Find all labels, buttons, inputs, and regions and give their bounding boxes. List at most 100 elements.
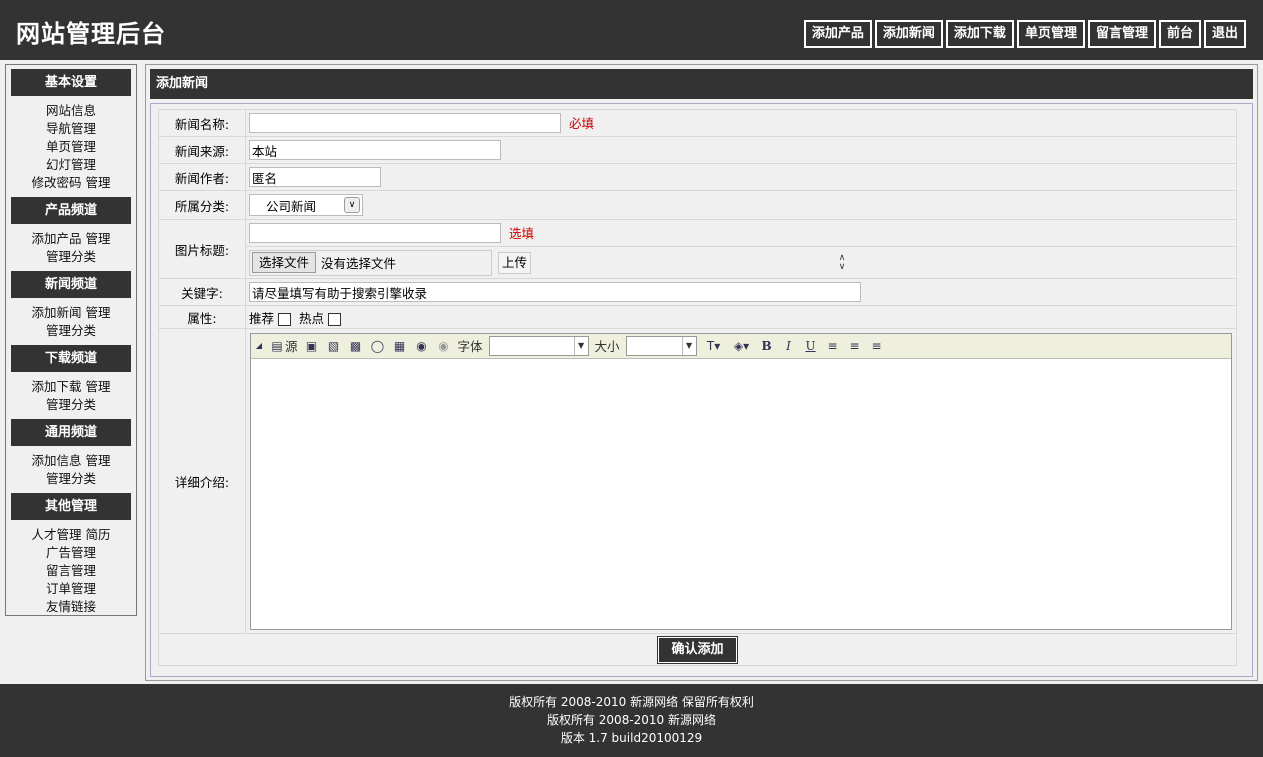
site-title: 网站管理后台 [16,19,166,48]
sidebar-item-page-manage[interactable]: 单页管理 [46,139,96,154]
align-center-icon[interactable]: ≡ [847,338,863,354]
source-icon[interactable]: ▤ [269,338,285,354]
spinner-arrows-icon[interactable]: ∧ ∨ [836,253,848,272]
sidebar-item-general-category[interactable]: 管理分类 [46,471,96,486]
sidebar-group-general: 通用频道 [11,419,131,446]
file-picker: 选择文件 没有选择文件 [249,249,492,276]
sidebar-item-news-category[interactable]: 管理分类 [46,323,96,338]
upload-button[interactable]: 上传 [498,251,532,274]
sidebar-group-product: 产品频道 [11,197,131,224]
align-left-icon[interactable]: ≡ [825,338,841,354]
sidebar-item-slide-manage[interactable]: 幻灯管理 [46,157,96,172]
news-form: 新闻名称: 必填 新闻来源: 新闻作者: 所属分类: 公司新闻 ∨ [158,109,1237,666]
upload-row: 选择文件 没有选择文件 上传 ∧ ∨ [249,248,1236,278]
sidebar-list-product: 添加产品 管理 管理分类 [6,230,136,266]
nav-page-manage[interactable]: 单页管理 [1016,20,1085,48]
news-source-label: 新闻来源: [158,136,246,164]
news-name-hint: 必填 [568,115,594,131]
image-title-hint: 选填 [508,225,534,241]
editor-toolbar: ◢ ▤ 源 ▣ ▧ ▩ ◯ ▦ ◉ ◉ 字体 ▼ 大小 ▼ T▾ ◈▾ B I … [251,333,1231,359]
news-author-input[interactable] [249,167,381,187]
nav-message-manage[interactable]: 留言管理 [1087,20,1156,48]
nav-add-download[interactable]: 添加下载 [945,20,1014,48]
sidebar-item-orders[interactable]: 订单管理 [46,581,96,596]
rich-text-editor: ◢ ▤ 源 ▣ ▧ ▩ ◯ ▦ ◉ ◉ 字体 ▼ 大小 ▼ T▾ ◈▾ B I … [250,332,1232,630]
sidebar-list-basic: 网站信息 导航管理 单页管理 幻灯管理 修改密码 管理 [6,102,136,192]
sidebar-item-ads[interactable]: 广告管理 [46,545,96,560]
font-family-select[interactable]: ▼ [488,335,589,356]
unlink-icon[interactable]: ◉ [436,338,452,354]
main-panel: 添加新闻 新闻名称: 必填 新闻来源: 新闻作者: 所属分类: [145,64,1258,681]
footer-copyright-short: 版权所有 2008-2010 新源网络 [546,713,717,727]
sidebar-list-other: 人才管理 简历 广告管理 留言管理 订单管理 友情链接 [6,526,136,616]
panel-body: 新闻名称: 必填 新闻来源: 新闻作者: 所属分类: 公司新闻 ∨ [150,103,1253,677]
font-label: 字体 [457,339,483,354]
font-size-select[interactable]: ▼ [625,335,697,356]
news-source-input[interactable] [249,140,501,160]
image-title-input[interactable] [249,223,501,244]
no-file-text: 没有选择文件 [321,256,397,271]
chevron-down-icon: ▼ [681,336,696,355]
source-label[interactable]: 源 [285,336,298,355]
hot-checkbox[interactable] [328,312,342,326]
toolbar-collapse-icon[interactable]: ◢ [255,338,263,354]
size-label: 大小 [594,339,620,354]
sidebar-item-add-news[interactable]: 添加新闻 管理 [32,305,111,320]
sidebar-item-nav-manage[interactable]: 导航管理 [46,121,96,136]
sidebar-item-friend-links[interactable]: 友情链接 [46,599,96,614]
category-select-value: 公司新闻 [266,198,317,214]
attr-label: 属性: [158,305,246,329]
sidebar-item-talent[interactable]: 人才管理 简历 [32,527,111,542]
preview-icon[interactable]: ▣ [304,338,320,354]
category-select[interactable]: 公司新闻 ∨ [249,194,363,216]
bold-icon[interactable]: B [759,338,775,354]
panel-title: 添加新闻 [150,69,1253,99]
sidebar-item-site-info[interactable]: 网站信息 [46,103,96,118]
nav-add-news[interactable]: 添加新闻 [874,20,943,48]
link-icon[interactable]: ◉ [414,338,430,354]
hot-label: 热点 [299,310,325,326]
detail-label: 详细介绍: [158,328,246,634]
editor-content-area[interactable] [251,358,1231,629]
keywords-input[interactable] [249,282,861,302]
sidebar-item-add-product[interactable]: 添加产品 管理 [32,231,111,246]
keywords-label: 关键字: [158,278,246,306]
choose-file-button[interactable]: 选择文件 [252,252,317,273]
footer-version: 版本 1.7 build20100129 [560,731,703,745]
footer: 版权所有 2008-2010 新源网络 保留所有权利 版权所有 2008-201… [0,684,1263,757]
text-color-icon[interactable]: T▾ [703,338,725,354]
flash-icon[interactable]: ◯ [370,338,386,354]
chevron-down-icon: ▼ [573,336,588,355]
header: 网站管理后台 添加产品 添加新闻 添加下载 单页管理 留言管理 前台 退出 [0,0,1263,60]
italic-icon[interactable]: I [781,338,797,354]
sidebar-group-other: 其他管理 [11,493,131,520]
news-author-label: 新闻作者: [158,163,246,191]
sidebar-item-product-category[interactable]: 管理分类 [46,249,96,264]
paste-icon[interactable]: ▧ [326,338,342,354]
sidebar: 基本设置 网站信息 导航管理 单页管理 幻灯管理 修改密码 管理 产品频道 添加… [5,64,137,616]
sidebar-list-news: 添加新闻 管理 管理分类 [6,304,136,340]
underline-icon[interactable]: U [803,338,819,354]
table-icon[interactable]: ▦ [392,338,408,354]
footer-copyright: 版权所有 2008-2010 新源网络 保留所有权利 [509,695,754,709]
bg-color-icon[interactable]: ◈▾ [731,338,753,354]
image-title-label: 图片标题: [158,219,246,279]
align-right-icon[interactable]: ≡ [869,338,885,354]
chevron-down-icon: ∨ [344,197,360,213]
sidebar-group-download: 下载频道 [11,345,131,372]
news-name-input[interactable] [249,113,561,134]
sidebar-item-password[interactable]: 修改密码 管理 [32,175,111,190]
news-name-label: 新闻名称: [158,109,246,137]
sidebar-item-add-info[interactable]: 添加信息 管理 [32,453,111,468]
sidebar-item-add-download[interactable]: 添加下载 管理 [32,379,111,394]
sidebar-item-download-category[interactable]: 管理分类 [46,397,96,412]
sidebar-item-messages[interactable]: 留言管理 [46,563,96,578]
nav-frontend[interactable]: 前台 [1158,20,1201,48]
image-icon[interactable]: ▩ [348,338,364,354]
recommend-checkbox[interactable] [278,312,292,326]
sidebar-group-news: 新闻频道 [11,271,131,298]
nav-logout[interactable]: 退出 [1203,20,1246,48]
confirm-add-button[interactable]: 确认添加 [657,635,738,664]
nav-add-product[interactable]: 添加产品 [803,20,872,48]
category-label: 所属分类: [158,190,246,220]
